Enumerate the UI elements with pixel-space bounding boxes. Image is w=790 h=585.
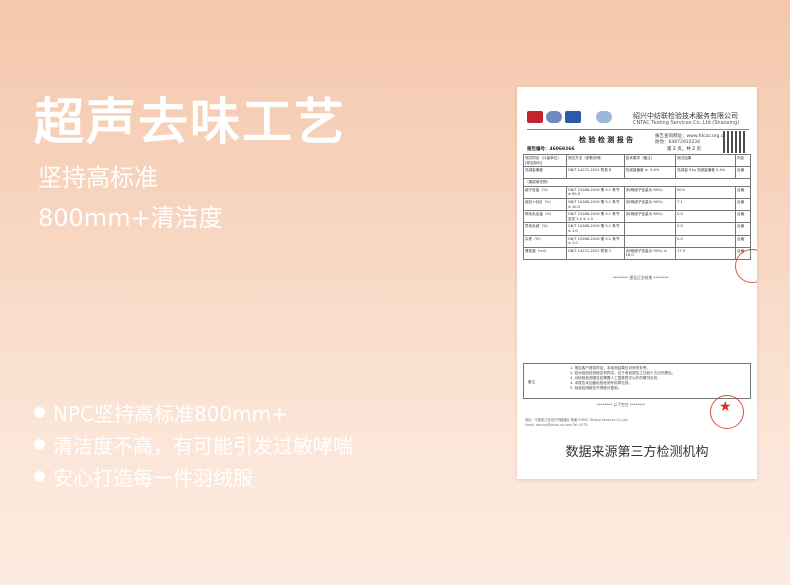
- table-cell: 0.0: [675, 234, 736, 248]
- table-header-row: 测试项目（计量单位）[样品标识] 测试方法（参数说明） 技术要求（备注） 测试结…: [523, 153, 752, 168]
- table-cell: 7.1: [675, 197, 736, 212]
- table-header-cell: 判定: [734, 153, 752, 168]
- table-cell: 鸭毛毛含量（%）: [523, 210, 567, 224]
- table-cell: 合格: [734, 166, 752, 180]
- table-cell: 合格: [734, 234, 752, 248]
- table-cell: (标明绒子含量为 90%) ≥ 16.0: [623, 246, 677, 260]
- feature-item: NPC坚持高标准800mm+: [34, 396, 353, 428]
- table-row: 杂质（%） GB/T 10288-2016 第 5.1 条节 ≤ 1.0 0.0…: [523, 234, 752, 248]
- results-table: 测试项目（计量单位）[样品标识] 测试方法（参数说明） 技术要求（备注） 测试结…: [523, 153, 752, 260]
- feature-text: 安心打造每一件羽绒服: [53, 465, 253, 490]
- table-cell: 绒丝+羽丝（%）: [523, 197, 567, 212]
- blank-mark: ******** 以下空白 ********: [597, 402, 645, 407]
- table-cell: 合格: [734, 197, 752, 212]
- subtitle-line-1: 坚持高标准: [38, 164, 158, 192]
- table-cell: 充绒量 91g 充绒量偏差 0.4%: [675, 166, 736, 180]
- table-cell: GB/T 10288-2016 第 5.1 条节 ≥ 90.0: [565, 185, 625, 199]
- table-cell: 90.5: [675, 185, 736, 199]
- table-cell: GB/T 10288-2016 第 5.1 条节 ≤ 1.0: [565, 234, 625, 248]
- ma-logo-icon: [527, 111, 543, 123]
- table-header-cell: 测试项目（计量单位）[样品标识]: [523, 153, 567, 168]
- qr-code-icon: [723, 131, 745, 153]
- bullet-dot-icon: [34, 470, 45, 482]
- table-cell: 绒子含量（%）: [523, 185, 567, 199]
- test-report-image: 绍兴中纺联检验技术服务有限公司 CNTAC Testing Services C…: [517, 87, 757, 479]
- table-row: 鸭毛毛含量（%） GB/T 10288-2016 第 5.1 条节 至仅 1.0…: [523, 210, 752, 224]
- notes-text: 1. 报告客户提供样品，本检测结果仅对来样负责。 2. 若对检验检测报告有异议，…: [570, 366, 748, 391]
- ilac-logo-icon: [546, 111, 562, 123]
- table-header-cell: 技术要求（备注）: [623, 153, 677, 168]
- table-cell: [623, 234, 677, 248]
- table-section-row: （原绒填充物）: [523, 178, 751, 187]
- table-cell: 充绒量偏差: [523, 166, 567, 180]
- table-cell: 0.0: [675, 210, 736, 224]
- report-heading: 检 验 检 测 报 告: [579, 136, 634, 144]
- table-cell: GB/T 14272-2021 附录 B: [565, 166, 625, 180]
- table-cell: 合格: [734, 222, 752, 236]
- footer-address: 地址：中国浙江省绍兴市越城区 邮编 CNTAC Testing Services…: [525, 418, 628, 422]
- report-serial: 报告编号：46069266: [527, 147, 575, 152]
- stamp-star-icon: ★: [719, 399, 732, 415]
- table-cell: GB/T 10288-2016 第 5.1 条节 ≤ 10.0: [565, 197, 625, 212]
- table-section-cell: （原绒填充物）: [523, 178, 751, 187]
- feature-item: 清洁度不高，有可能引发过敏哮喘: [34, 428, 353, 460]
- certification-logos: [527, 111, 612, 123]
- report-caption: 数据来源第三方检测机构: [565, 445, 709, 460]
- table-row: 充绒量偏差 GB/T 14272-2021 附录 B 充绒量偏差 ≥ -5.0%…: [523, 166, 752, 180]
- stamp-right-icon: [735, 249, 757, 283]
- table-cell: 合格: [734, 210, 752, 224]
- table-header-cell: 测试结果: [675, 153, 736, 168]
- table-cell: 异色毛绒（%）: [523, 222, 567, 236]
- org-name-en: CNTAC Testing Services Co.,Ltd (Shaoxing…: [633, 120, 740, 126]
- bullet-dot-icon: [34, 406, 45, 418]
- notes-box: 备注 1. 报告客户提供样品，本检测结果仅对来样负责。 2. 若对检验检测报告有…: [523, 363, 751, 399]
- table-cell: GB/T 10288-2016 第 5.1 条节 ≤ 1.0: [565, 222, 625, 236]
- cnas-logo-icon: [565, 111, 581, 123]
- notes-label: 备注: [528, 380, 536, 384]
- report-page-info: 第 2 页，共 2 页: [667, 147, 701, 152]
- hero-title: 超声去味工艺: [34, 93, 346, 151]
- table-cell: 蓬松度（cm）: [523, 246, 567, 260]
- table-cell: (标明绒子含量为 60%): [623, 210, 677, 224]
- table-row: 蓬松度（cm） GB/T 14272-2021 附录 C (标明绒子含量为 90…: [523, 246, 752, 260]
- header-rule: [527, 129, 749, 130]
- feature-text: 清洁度不高，有可能引发过敏哮喘: [53, 433, 353, 458]
- table-cell: [623, 222, 677, 236]
- report-end-mark: ******** 报告正文结束 ********: [613, 275, 669, 280]
- table-cell: 杂质（%）: [523, 234, 567, 248]
- table-cell: (标明绒子含量为 90%): [623, 185, 677, 199]
- feature-text: NPC坚持高标准800mm+: [53, 401, 288, 426]
- company-logo-icon: [596, 111, 612, 123]
- table-row: 绒丝+羽丝（%） GB/T 10288-2016 第 5.1 条节 ≤ 10.0…: [523, 197, 752, 212]
- bullet-dot-icon: [34, 438, 45, 450]
- subtitle-line-2: 800mm+清洁度: [38, 204, 223, 232]
- table-cell: 充绒量偏差 ≥ -5.0%: [623, 166, 677, 180]
- table-row: 异色毛绒（%） GB/T 10288-2016 第 5.1 条节 ≤ 1.0 0…: [523, 222, 752, 236]
- table-cell: 17.9: [675, 246, 736, 260]
- table-cell: GB/T 14272-2021 附录 C: [565, 246, 625, 260]
- table-cell: 合格: [734, 185, 752, 199]
- feature-list: NPC坚持高标准800mm+ 清洁度不高，有可能引发过敏哮喘 安心打造每一件羽绒…: [34, 396, 353, 492]
- footer-contact: Email: service@cntac-sx.com Tel: 0575-: [525, 423, 589, 427]
- table-cell: 0.0: [675, 222, 736, 236]
- feature-item: 安心打造每一件羽绒服: [34, 460, 353, 492]
- table-row: 绒子含量（%） GB/T 10288-2016 第 5.1 条节 ≥ 90.0 …: [523, 185, 752, 199]
- table-cell: GB/T 10288-2016 第 5.1 条节 至仅 1.0 ≤ 1.0: [565, 210, 625, 224]
- table-header-cell: 测试方法（参数说明）: [565, 153, 625, 168]
- table-cell: (标明绒子含量为 90%): [623, 197, 677, 212]
- note-line: 5. 检验检测报告不得部分复制。: [570, 386, 622, 390]
- report-phone-line: 防伪：64872910234: [655, 140, 700, 145]
